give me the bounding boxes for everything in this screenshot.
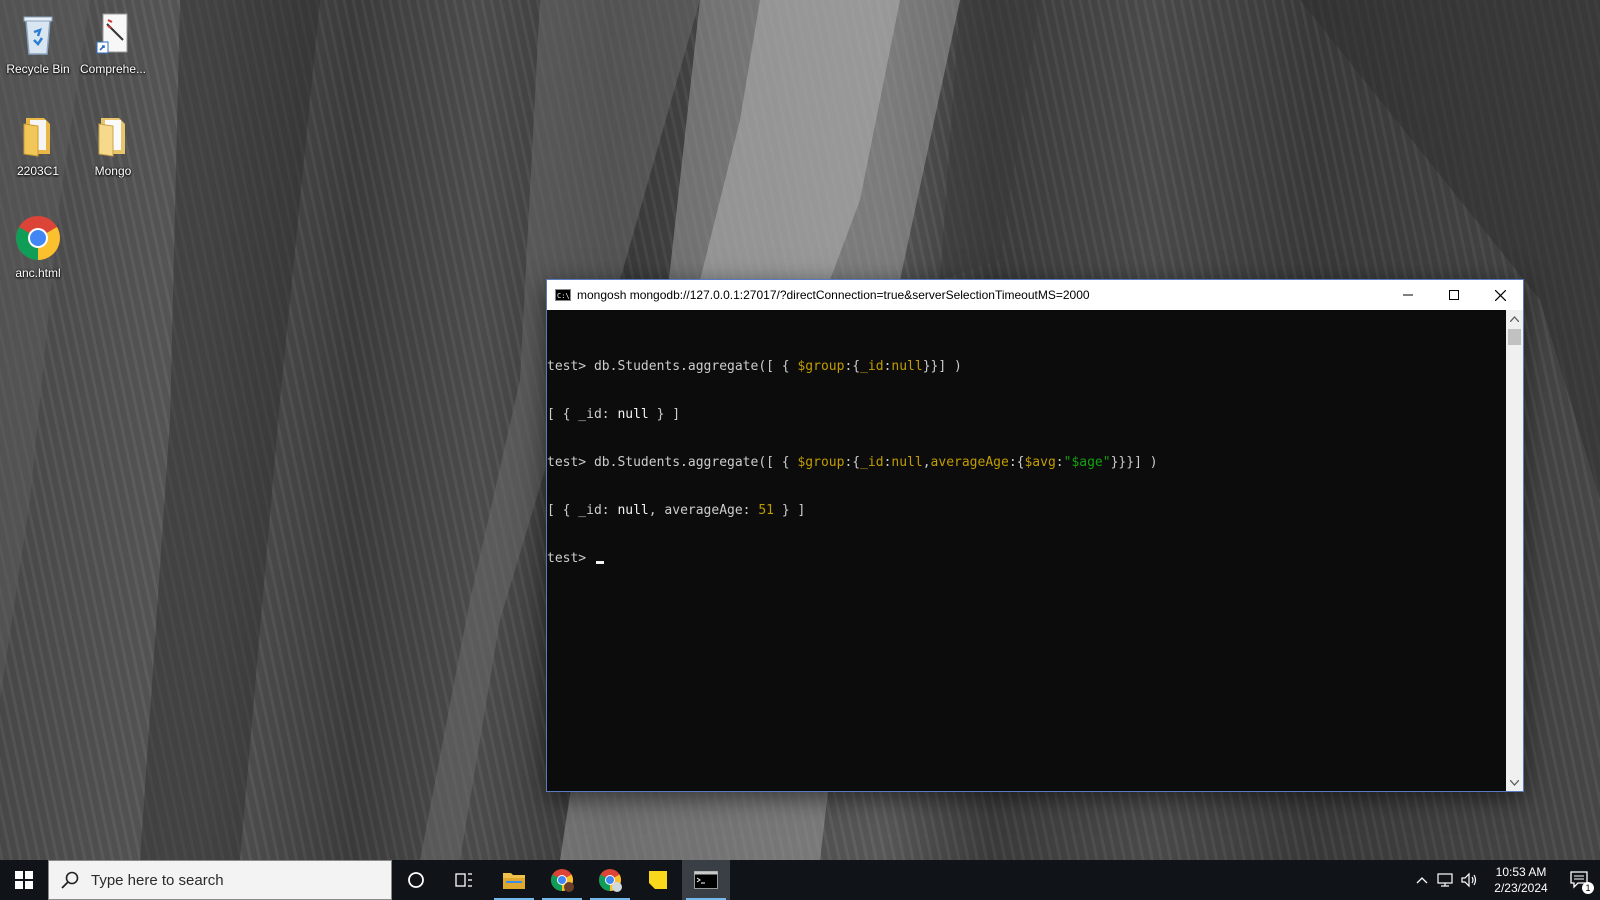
clock-date: 2/23/2024	[1494, 881, 1548, 895]
desktop-icon-label: anc.html	[15, 266, 61, 280]
prompt: test>	[547, 359, 594, 374]
output-null: null	[617, 503, 649, 518]
recycle-bin-icon	[14, 10, 62, 58]
chrome-icon	[551, 869, 574, 892]
taskbar: 10:53 AM 2/23/2024 1	[0, 860, 1600, 900]
console-line: [ { _id: null, averageAge: 51 } ]	[547, 503, 1506, 519]
command-keyword: $avg	[1024, 455, 1056, 470]
cortana-button[interactable]	[392, 860, 440, 900]
search-input[interactable]	[89, 870, 373, 890]
scroll-down-icon[interactable]	[1506, 774, 1523, 791]
chrome-icon	[14, 214, 62, 262]
shortcut-document-icon	[89, 10, 137, 58]
command-text: :{	[1008, 455, 1025, 470]
command-text: :	[1055, 455, 1064, 470]
cortana-circle-icon	[408, 872, 424, 888]
scroll-up-icon[interactable]	[1506, 310, 1523, 327]
console-line: test> db.Students.aggregate([ { $group:{…	[547, 359, 1506, 375]
output-text: , averageAge:	[648, 503, 759, 518]
command-text: }}] )	[922, 359, 962, 374]
command-text: db.Students.aggregate([ {	[593, 359, 798, 374]
desktop-icon-anc-html[interactable]: anc.html	[1, 214, 75, 280]
console-output[interactable]: test> db.Students.aggregate([ { $group:{…	[547, 310, 1506, 791]
notification-count-badge: 1	[1582, 882, 1594, 894]
output-number: 51	[758, 503, 774, 518]
folder-icon	[89, 112, 137, 160]
command-text: :{	[844, 359, 861, 374]
window-controls	[1385, 280, 1523, 310]
windows-logo-icon	[15, 871, 33, 889]
output-text: } ]	[648, 407, 681, 422]
desktop-icon-label: Recycle Bin	[6, 62, 70, 76]
network-icon	[1437, 873, 1453, 887]
output-text: [ { _id:	[547, 407, 618, 422]
system-tray: 10:53 AM 2/23/2024 1	[1410, 860, 1600, 900]
maximize-button[interactable]	[1431, 280, 1477, 310]
maximize-icon	[1449, 290, 1459, 300]
console-line: [ { _id: null } ]	[547, 407, 1506, 423]
volume-button[interactable]	[1458, 860, 1482, 900]
command-text: db.Students.aggregate([ {	[593, 455, 798, 470]
command-keyword: $group	[797, 455, 845, 470]
taskbar-search-box[interactable]	[48, 860, 392, 900]
command-keyword: null	[891, 359, 923, 374]
terminal-icon: C:\	[555, 289, 571, 301]
volume-icon	[1461, 872, 1477, 888]
prompt: test>	[547, 455, 594, 470]
task-view-icon	[455, 873, 472, 887]
output-text: [ { _id:	[547, 503, 618, 518]
minimize-button[interactable]	[1385, 280, 1431, 310]
desktop-icon-mongo[interactable]: Mongo	[76, 112, 150, 178]
command-text: :{	[844, 455, 861, 470]
desktop-icon-comprehe[interactable]: Comprehe...	[76, 10, 150, 76]
terminal-titlebar[interactable]: C:\ mongosh mongodb://127.0.0.1:27017/?d…	[547, 280, 1523, 310]
show-hidden-icons-button[interactable]	[1410, 860, 1434, 900]
sticky-notes-icon	[649, 871, 667, 889]
start-button[interactable]	[0, 860, 48, 900]
taskbar-app-file-explorer[interactable]	[490, 860, 538, 900]
desktop-icon-2203c1[interactable]: 2203C1	[1, 112, 75, 178]
command-keyword: null	[891, 455, 923, 470]
taskbar-app-chrome[interactable]	[586, 860, 634, 900]
clock[interactable]: 10:53 AM 2/23/2024	[1482, 864, 1560, 896]
close-icon	[1494, 289, 1506, 301]
command-text: }}}] )	[1110, 455, 1158, 470]
desktop-icon-label: Comprehe...	[79, 62, 147, 76]
search-icon	[61, 871, 79, 889]
output-text: } ]	[774, 503, 806, 518]
text-cursor	[595, 561, 604, 564]
command-keyword: _id	[860, 359, 884, 374]
taskbar-app-chrome-profile[interactable]	[538, 860, 586, 900]
taskbar-app-sticky-notes[interactable]	[634, 860, 682, 900]
window-title: mongosh mongodb://127.0.0.1:27017/?direc…	[577, 288, 1090, 302]
command-keyword: _id	[860, 455, 884, 470]
minimize-icon	[1403, 294, 1413, 296]
command-string: "$age"	[1063, 455, 1111, 470]
taskbar-app-command-prompt[interactable]	[682, 860, 730, 900]
clock-time: 10:53 AM	[1495, 865, 1547, 879]
task-view-button[interactable]	[440, 860, 488, 900]
desktop-icon-label: Mongo	[94, 164, 132, 178]
command-text: ,	[922, 455, 931, 470]
folder-icon	[14, 112, 62, 160]
desktop-icon-recycle-bin[interactable]: Recycle Bin	[1, 10, 75, 76]
prompt: test>	[547, 551, 594, 566]
command-keyword: averageAge	[930, 455, 1009, 470]
folder-icon	[503, 873, 525, 889]
desktop-icon-label: 2203C1	[16, 164, 60, 178]
close-button[interactable]	[1477, 280, 1523, 310]
console-line: test>	[547, 551, 1506, 567]
terminal-icon	[694, 871, 718, 889]
chrome-icon	[599, 869, 622, 892]
vertical-scrollbar[interactable]	[1506, 310, 1523, 791]
console-line: test> db.Students.aggregate([ { $group:{…	[547, 455, 1506, 471]
action-center-button[interactable]: 1	[1560, 860, 1600, 900]
output-null: null	[617, 407, 649, 422]
chevron-up-icon	[1416, 877, 1428, 884]
scrollbar-thumb[interactable]	[1508, 329, 1521, 345]
command-keyword: $group	[797, 359, 845, 374]
terminal-window[interactable]: C:\ mongosh mongodb://127.0.0.1:27017/?d…	[546, 279, 1524, 792]
network-button[interactable]	[1434, 860, 1458, 900]
